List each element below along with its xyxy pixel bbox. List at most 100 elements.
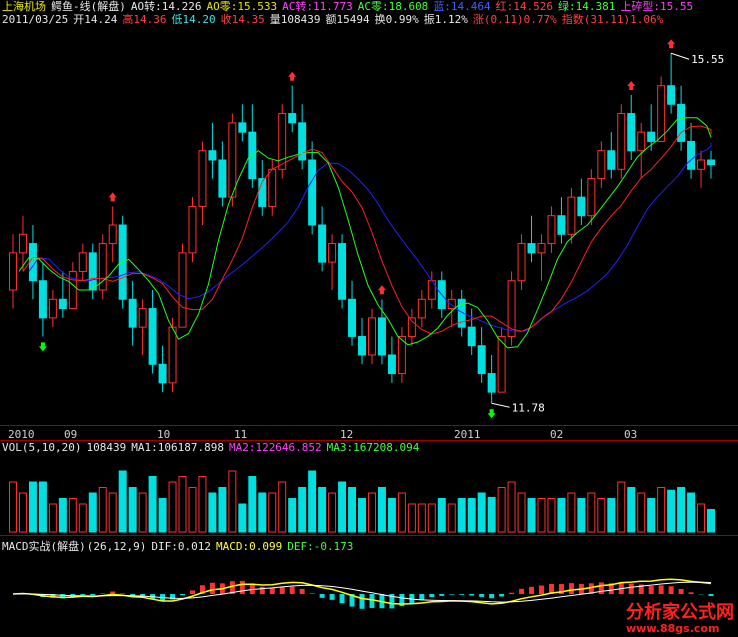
volume-bar — [168, 481, 177, 533]
volume-bar — [597, 498, 606, 533]
volume-bar — [58, 498, 67, 533]
volume-bar — [367, 492, 376, 533]
candle-body — [667, 85, 676, 105]
volume-bar — [18, 492, 27, 533]
volume-bar — [517, 492, 526, 533]
volume-bar — [108, 492, 117, 533]
candle-body — [148, 308, 157, 365]
ac-zero: AC零:18.608 — [357, 0, 429, 13]
candle-body — [547, 215, 556, 245]
volume-bar — [28, 481, 37, 533]
candle-body — [348, 298, 357, 337]
up-fractal-arrow — [288, 71, 297, 81]
candle-body — [557, 215, 566, 235]
volume-bar — [358, 498, 366, 533]
volume-bar — [667, 489, 676, 533]
vol-header: VOL(5,10,20) 108439 MA1:106187.898 MA2:1226… — [2, 441, 424, 455]
vol-ma2: MA2:122646.852 — [228, 441, 322, 454]
candle-body — [198, 150, 207, 207]
volume-bar — [308, 470, 317, 533]
candle-body — [8, 252, 17, 291]
volume-bar — [88, 492, 97, 533]
candle-body — [218, 159, 227, 198]
candle-body — [607, 150, 616, 170]
high-pointer — [670, 52, 690, 60]
volume-bar — [238, 503, 247, 533]
candle-body — [647, 131, 656, 142]
x-label-02: 02 — [550, 428, 564, 441]
candle-body — [358, 335, 366, 356]
candle-body — [228, 122, 237, 198]
volume-bar — [397, 492, 406, 533]
quote-low: 低14.20 — [171, 13, 216, 26]
volume-bar — [647, 498, 656, 533]
volume-bar — [547, 498, 556, 533]
candle-body — [707, 159, 716, 166]
green-value: 绿:14.381 — [558, 0, 616, 13]
volume-bar — [587, 492, 596, 533]
candle-body — [238, 122, 247, 133]
volume-bar — [407, 503, 416, 533]
volume-bar — [447, 503, 456, 533]
x-label-03: 03 — [624, 428, 638, 441]
candle-body — [387, 354, 396, 375]
candle-body — [467, 326, 476, 347]
x-label-09: 09 — [64, 428, 78, 441]
volume-bar — [477, 492, 486, 533]
candle-body — [537, 243, 546, 254]
candle-body — [597, 150, 606, 180]
quote-turnover: 换0.99% — [374, 13, 419, 26]
blue-value: 蓝:14.464 — [433, 0, 491, 13]
volume-bar — [377, 487, 386, 533]
volume-bar — [48, 503, 57, 533]
candle-body — [38, 280, 47, 319]
top-fractal: 上碎型:15.55 — [620, 0, 694, 13]
macd-header: MACD实战(解盘)(26,12,9) DIF:0.012 MACD:0.099 DE… — [2, 540, 358, 554]
down-fractal-arrow — [38, 342, 47, 352]
quote-amplitude: 振1.12% — [423, 13, 468, 26]
candle-body — [627, 113, 636, 152]
low-mark: 11.78 — [512, 401, 545, 414]
volume-bar — [198, 476, 207, 533]
volume-bar — [68, 498, 77, 533]
volume-bar — [98, 487, 107, 533]
volume-bar — [298, 487, 307, 533]
volume-bar — [268, 492, 277, 533]
volume-bar — [8, 481, 17, 533]
watermark-brand: 分析家公式网 — [626, 602, 734, 623]
candle-body — [308, 159, 317, 226]
candle-body — [477, 345, 486, 375]
candle-body — [377, 317, 386, 356]
indicator-header: 上海机场 鳄鱼-线(解盘) AO转:14.226 AO零:15.533 AC转:11.7… — [2, 0, 698, 14]
candle-body — [108, 224, 117, 245]
candle-body — [158, 363, 167, 384]
candle-body — [138, 308, 147, 328]
quote-header: 2011/03/25 开14.24 高14.36 低14.20 收14.35 量10843… — [2, 13, 668, 27]
volume-bar — [278, 481, 287, 533]
candle-body — [507, 280, 516, 337]
volume-bar — [537, 498, 546, 533]
volume-bar — [208, 492, 217, 533]
volume-bar — [338, 481, 347, 533]
quote-open: 开14.24 — [73, 13, 118, 26]
candle-body — [637, 131, 646, 152]
high-mark: 15.55 — [691, 53, 724, 66]
candle-body — [178, 252, 187, 328]
candle-body — [278, 113, 287, 170]
x-label-10: 10 — [157, 428, 171, 441]
candle-body — [567, 196, 576, 235]
vol-title: VOL(5,10,20) — [2, 441, 82, 454]
volume-bar — [38, 481, 47, 533]
red-value: 红:14.526 — [495, 0, 554, 13]
volume-bar — [677, 487, 686, 533]
quote-amount: 额15494 — [325, 13, 370, 26]
watermark-url: www.88gs.com — [626, 622, 720, 635]
vol-value: 108439 — [86, 441, 127, 454]
ao-zero: AO零:15.533 — [206, 0, 278, 13]
down-fractal-arrow — [487, 409, 496, 419]
volume-bar — [507, 481, 516, 533]
volume-bar — [697, 503, 706, 533]
price-panel-bottom — [0, 425, 738, 426]
candle-body — [78, 252, 87, 272]
volume-bar — [178, 476, 187, 533]
